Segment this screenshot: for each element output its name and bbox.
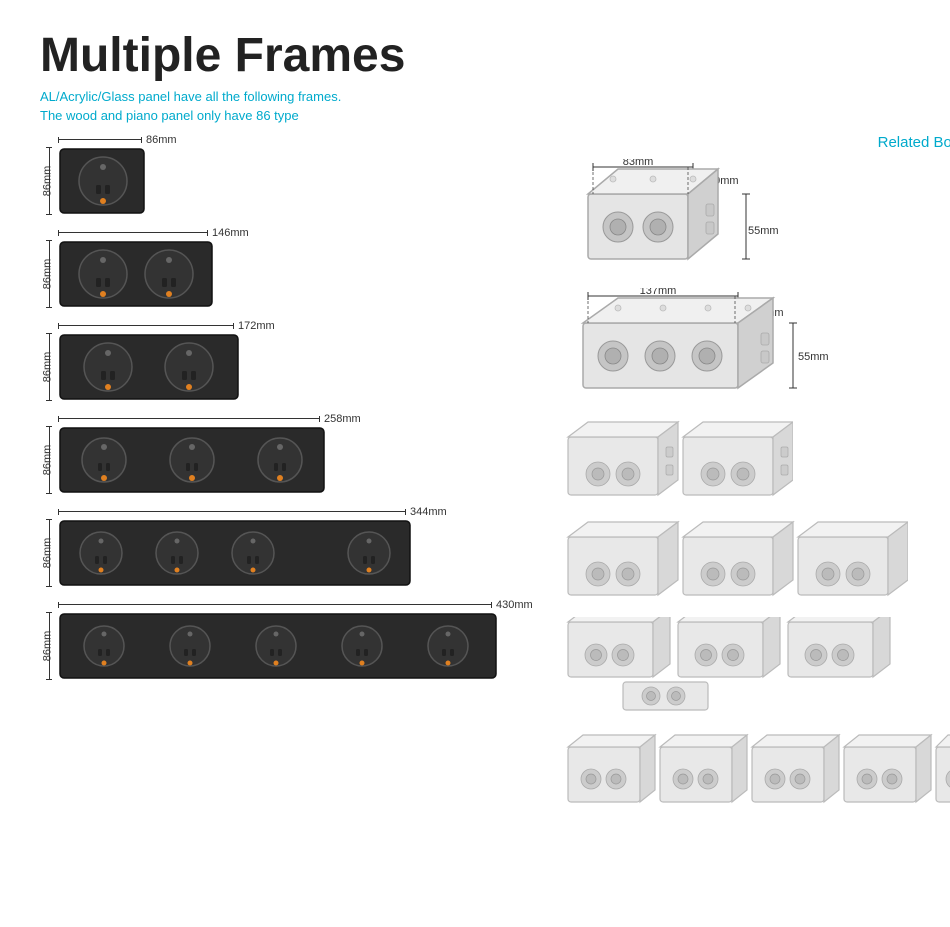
related-box-label: Related Box Size	[563, 134, 950, 151]
left-dim-5: 86mm	[40, 519, 58, 587]
width-label-1: 86mm	[146, 134, 177, 146]
boxes-column: Related Box Size 83mm 79mm 55mm	[563, 134, 950, 821]
height-label-6: 86mm	[41, 631, 53, 662]
subtitle-line1: AL/Acrylic/Glass panel have all the foll…	[40, 87, 910, 107]
box-svg-6	[563, 727, 950, 812]
left-dim-3: 86mm	[40, 333, 58, 401]
top-dim-5: 344mm	[58, 506, 533, 518]
top-dim-4: 258mm	[58, 413, 533, 425]
left-dim-6: 86mm	[40, 612, 58, 680]
height-label-3: 86mm	[41, 352, 53, 383]
frame-body-2: 86mm	[40, 240, 533, 308]
frame-row-4: 258mm 86mm	[40, 413, 533, 494]
left-dim-4: 86mm	[40, 426, 58, 494]
frame-svg-1	[58, 147, 148, 215]
box-section-4	[563, 517, 950, 607]
frame-svg-3	[58, 333, 240, 401]
svg-text:55mm: 55mm	[798, 351, 829, 363]
height-label-2: 86mm	[41, 259, 53, 290]
page-container: Multiple Frames AL/Acrylic/Glass panel h…	[0, 0, 950, 927]
box-svg-2: 137mm 87mm 55mm	[563, 288, 833, 398]
frame-row-2: 146mm 86mm	[40, 227, 533, 308]
box-svg-3	[563, 417, 793, 502]
title-section: Multiple Frames AL/Acrylic/Glass panel h…	[40, 30, 910, 126]
page-title: Multiple Frames	[40, 30, 910, 83]
frame-row-1: 86mm 86mm	[40, 134, 533, 215]
height-label-5: 86mm	[41, 538, 53, 569]
frame-svg-5	[58, 519, 412, 587]
box-section-3	[563, 417, 950, 507]
frame-row-3: 172mm 86mm	[40, 320, 533, 401]
frame-svg-4	[58, 426, 326, 494]
frame-body-5: 86mm	[40, 519, 533, 587]
left-dim-1: 86mm	[40, 147, 58, 215]
frame-body-6: 86mm	[40, 612, 533, 680]
subtitle-line2: The wood and piano panel only have 86 ty…	[40, 106, 910, 126]
frame-body-3: 86mm	[40, 333, 533, 401]
frame-svg-6	[58, 612, 498, 680]
frames-column: 86mm 86mm	[40, 134, 533, 821]
box-section-5	[563, 617, 950, 717]
width-label-3: 172mm	[238, 320, 275, 332]
left-dim-2: 86mm	[40, 240, 58, 308]
frame-row-6: 430mm 86mm	[40, 599, 533, 680]
svg-text:83mm: 83mm	[622, 159, 653, 168]
box-section-6	[563, 727, 950, 817]
content-area: 86mm 86mm	[40, 134, 910, 821]
subtitle: AL/Acrylic/Glass panel have all the foll…	[40, 87, 910, 126]
box-svg-4	[563, 517, 908, 602]
top-dim-2: 146mm	[58, 227, 533, 239]
box-section-1: 83mm 79mm 55mm	[563, 159, 950, 274]
width-label-5: 344mm	[410, 506, 447, 518]
width-label-6: 430mm	[496, 599, 533, 611]
svg-text:137mm: 137mm	[639, 288, 676, 297]
box-svg-5	[563, 617, 908, 712]
width-label-2: 146mm	[212, 227, 249, 239]
frame-svg-2	[58, 240, 214, 308]
width-label-4: 258mm	[324, 413, 361, 425]
top-dim-3: 172mm	[58, 320, 533, 332]
frame-row-5: 344mm 86mm	[40, 506, 533, 587]
frame-body-4: 86mm	[40, 426, 533, 494]
frame-body-1: 86mm	[40, 147, 533, 215]
box-section-2: 137mm 87mm 55mm	[563, 288, 950, 403]
height-label-1: 86mm	[41, 166, 53, 197]
svg-text:55mm: 55mm	[748, 225, 779, 237]
top-dim-1: 86mm	[58, 134, 533, 146]
height-label-4: 86mm	[41, 445, 53, 476]
top-dim-6: 430mm	[58, 599, 533, 611]
box-svg-1: 83mm 79mm 55mm	[563, 159, 803, 269]
